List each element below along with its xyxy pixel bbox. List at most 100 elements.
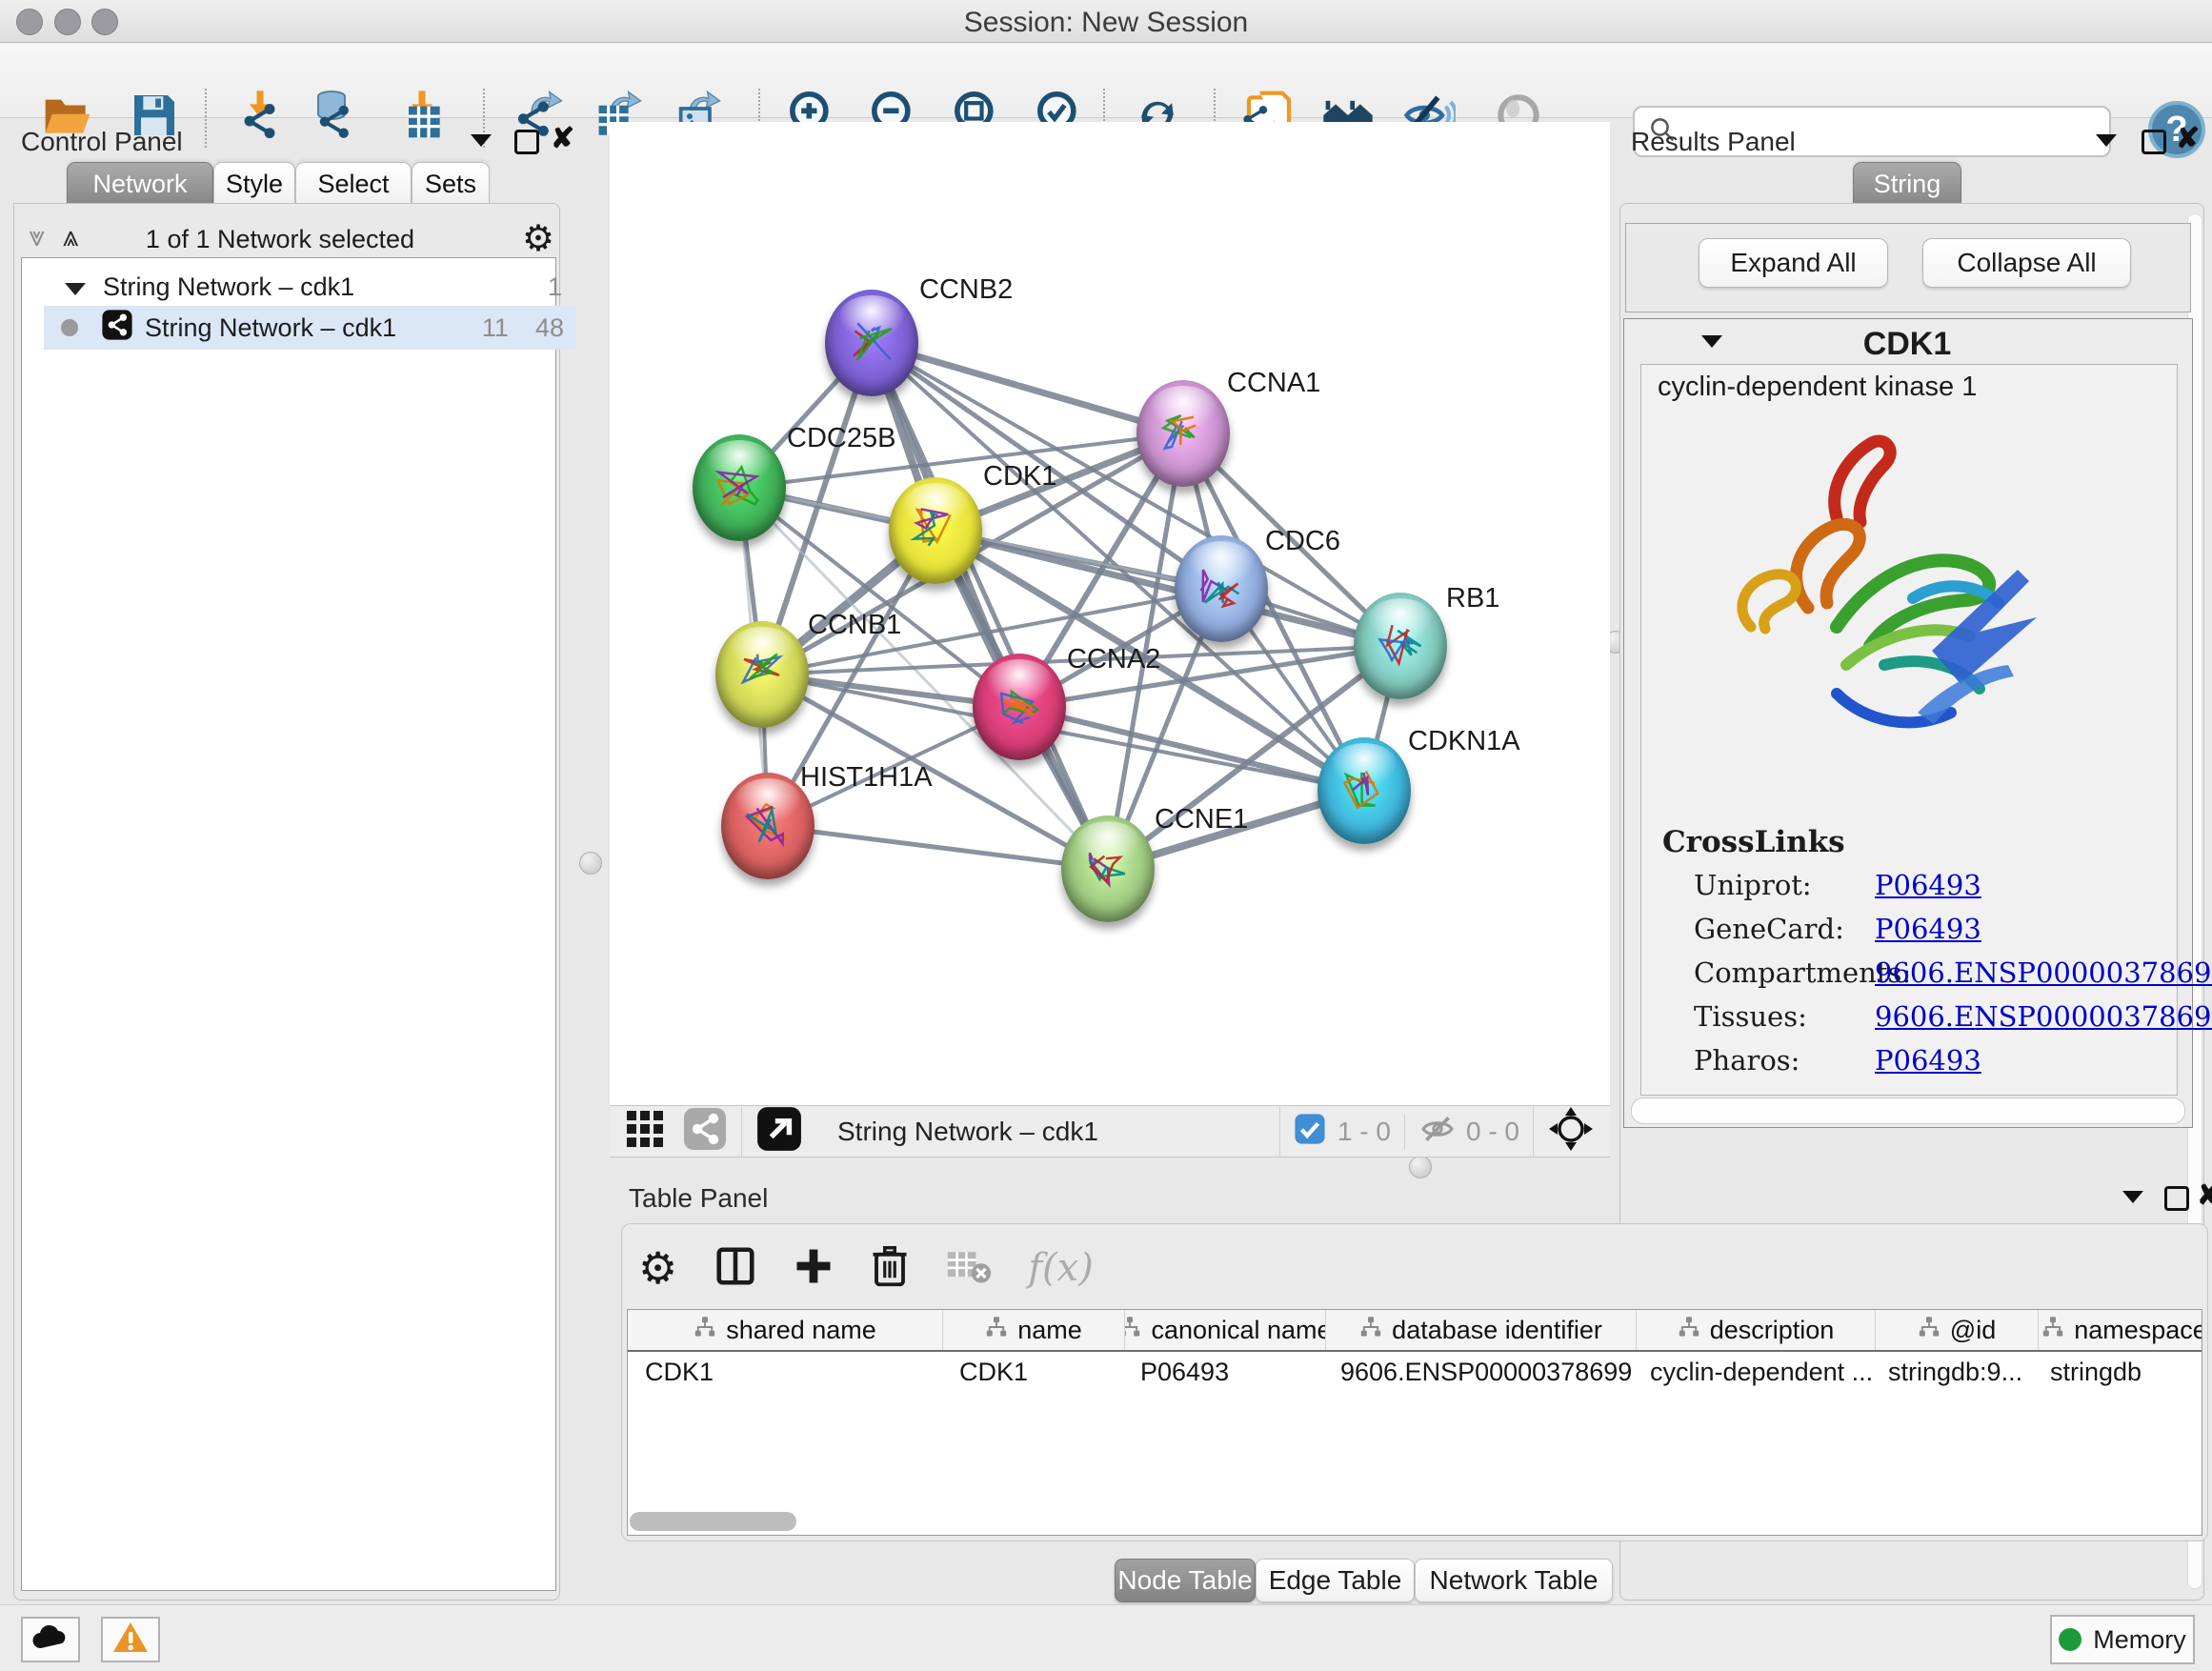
results-hscrollbar[interactable] xyxy=(1631,1097,2185,1124)
tab-string[interactable]: String xyxy=(1853,162,1961,205)
table-rows: CDK1CDK1P064939606.ENSP00000378699cyclin… xyxy=(628,1352,2202,1392)
network-node-cdk1[interactable] xyxy=(889,477,982,584)
crosslink-genecard-link[interactable]: P06493 xyxy=(1875,913,1981,945)
column-header-namespace[interactable]: namespace xyxy=(2039,1310,2202,1350)
node-label-cdk1: CDK1 xyxy=(983,461,1056,493)
network-node-ccna2[interactable] xyxy=(973,654,1066,760)
network-collection-row[interactable]: String Network – cdk1 1 xyxy=(44,268,575,306)
create-column-button[interactable] xyxy=(794,1246,834,1291)
memory-button[interactable]: Memory xyxy=(2050,1615,2195,1664)
network-row[interactable]: String Network – cdk1 11 48 xyxy=(44,306,575,350)
memory-label: Memory xyxy=(2093,1625,2186,1655)
import-table-from-file-button[interactable] xyxy=(392,87,452,148)
protein-thumbnail-icon xyxy=(732,645,793,700)
network-node-count: 11 xyxy=(482,313,509,343)
column-fork-icon xyxy=(2041,1316,2064,1345)
protein-thumbnail-icon xyxy=(737,796,798,852)
control-panel-close-icon[interactable]: ✘ xyxy=(551,130,574,149)
network-options-gear-icon[interactable]: ⚙ xyxy=(522,217,554,260)
apply-function-button: f(x) xyxy=(1028,1246,1094,1290)
control-panel-float-icon[interactable] xyxy=(514,130,539,154)
node-label-rb1: RB1 xyxy=(1446,583,1499,614)
network-node-ccnb2[interactable] xyxy=(825,290,918,396)
trash-icon xyxy=(870,1276,910,1292)
table-panel-float-icon[interactable] xyxy=(2164,1186,2189,1211)
tab-network-table[interactable]: Network Table xyxy=(1415,1559,1613,1602)
tab-select[interactable]: Select xyxy=(295,162,412,205)
results-panel-title: Results Panel xyxy=(1631,127,1796,157)
network-node-ccnb1[interactable] xyxy=(715,621,809,728)
table-cell: cyclin-dependent ... xyxy=(1633,1358,1871,1387)
column-header-canonical-name[interactable]: canonical name xyxy=(1125,1310,1326,1350)
tab-network[interactable]: Network xyxy=(67,162,213,205)
crosslink-label: Pharos: xyxy=(1694,1044,1800,1077)
network-node-rb1[interactable] xyxy=(1354,593,1447,699)
table-cell: stringdb xyxy=(2033,1358,2202,1387)
network-edge-count: 48 xyxy=(535,313,564,343)
tab-edge-table[interactable]: Edge Table xyxy=(1256,1559,1415,1602)
table-cell: CDK1 xyxy=(942,1358,1123,1387)
expand-all-button[interactable]: Expand All xyxy=(1699,238,1888,288)
table-delete-icon xyxy=(946,1274,992,1290)
table-row[interactable]: CDK1CDK1P064939606.ENSP00000378699cyclin… xyxy=(628,1352,2202,1392)
network-node-cdkn1a[interactable] xyxy=(1317,737,1411,844)
delete-table-button xyxy=(946,1246,992,1291)
delete-column-button[interactable] xyxy=(870,1244,910,1293)
collapse-all-button[interactable]: Collapse All xyxy=(1922,238,2131,288)
tab-sets[interactable]: Sets xyxy=(412,162,490,205)
node-label-cdkn1a: CDKN1A xyxy=(1408,726,1520,757)
crosslink-tissues-link[interactable]: 9606.ENSP00000378699 xyxy=(1875,1000,2212,1033)
network-share-toggle-icon[interactable] xyxy=(682,1106,728,1157)
selected-checkbox-icon[interactable] xyxy=(1294,1113,1326,1150)
protein-thumbnail-icon xyxy=(989,677,1050,733)
network-node-ccne1[interactable] xyxy=(1061,815,1155,922)
table-cell: 9606.ENSP00000378699 xyxy=(1323,1358,1633,1387)
network-node-cdc6[interactable] xyxy=(1175,535,1268,642)
birdseye-view-icon[interactable] xyxy=(755,1105,803,1158)
column-header-database-identifier[interactable]: database identifier xyxy=(1326,1310,1637,1350)
warnings-button[interactable] xyxy=(101,1617,160,1662)
main-toolbar: ? xyxy=(0,43,2212,118)
show-columns-button[interactable] xyxy=(714,1244,757,1293)
results-panel-close-icon[interactable]: ✘ xyxy=(2176,130,2200,149)
column-header-description[interactable]: description xyxy=(1637,1310,1876,1350)
table-panel-close-icon[interactable]: ✘ xyxy=(2197,1186,2212,1205)
network-node-ccna1[interactable] xyxy=(1136,380,1230,487)
crosshair-icon[interactable] xyxy=(1547,1105,1595,1158)
table-hscrollbar-thumb[interactable] xyxy=(630,1512,796,1531)
control-panel-menu-icon[interactable] xyxy=(471,134,492,147)
table-panel-menu-icon[interactable] xyxy=(2122,1191,2143,1203)
results-panel-float-icon[interactable] xyxy=(2142,130,2166,154)
import-network-from-database-button[interactable] xyxy=(301,87,362,148)
tab-style[interactable]: Style xyxy=(213,162,295,205)
results-panel-menu-icon[interactable] xyxy=(2096,134,2117,147)
crosslink-pharos-link[interactable]: P06493 xyxy=(1875,1044,1981,1077)
selection-count: 1 - 0 xyxy=(1337,1117,1391,1147)
table-options-button[interactable]: ⚙ xyxy=(638,1242,677,1294)
import-network-from-file-button[interactable] xyxy=(230,87,291,148)
table-cell: stringdb:9... xyxy=(1871,1358,2033,1387)
network-node-cdc25b[interactable] xyxy=(693,434,786,541)
titlebar: Session: New Session xyxy=(0,0,2212,43)
warning-icon xyxy=(111,1621,150,1660)
window-title: Session: New Session xyxy=(0,7,2212,39)
network-selection-status: 1 of 1 Network selected xyxy=(13,225,547,254)
network-view-toolbar: String Network – cdk1 1 - 0 0 - 0 xyxy=(610,1105,1610,1158)
crosslink-uniprot-link[interactable]: P06493 xyxy=(1875,869,1981,901)
node-label-ccna1: CCNA1 xyxy=(1227,368,1320,399)
column-header-name[interactable]: name xyxy=(943,1310,1125,1350)
horizontal-splitter-handle[interactable] xyxy=(1409,1156,1432,1178)
grid-view-icon[interactable] xyxy=(623,1107,667,1156)
memory-status-icon xyxy=(2059,1628,2081,1651)
column-header--id[interactable]: @id xyxy=(1876,1310,2039,1350)
left-splitter-handle[interactable] xyxy=(579,852,602,875)
collection-expander-icon[interactable] xyxy=(65,272,86,302)
application-window: Session: New Session ? Control Panel ✘ N… xyxy=(0,0,2212,1671)
gene-name[interactable]: CDK1 xyxy=(1623,326,2191,363)
crosslink-compartments-link[interactable]: 9606.ENSP00000378699 xyxy=(1875,956,2212,989)
tab-node-table[interactable]: Node Table xyxy=(1115,1559,1256,1602)
cloud-button[interactable] xyxy=(21,1617,80,1662)
column-header-shared-name[interactable]: shared name xyxy=(628,1310,943,1350)
network-canvas[interactable]: CCNB2CCNA1CDC25BCDK1CDC6RB1CCNB1CCNA2CDK… xyxy=(610,122,1610,1105)
crosslink-label: GeneCard: xyxy=(1694,913,1844,945)
